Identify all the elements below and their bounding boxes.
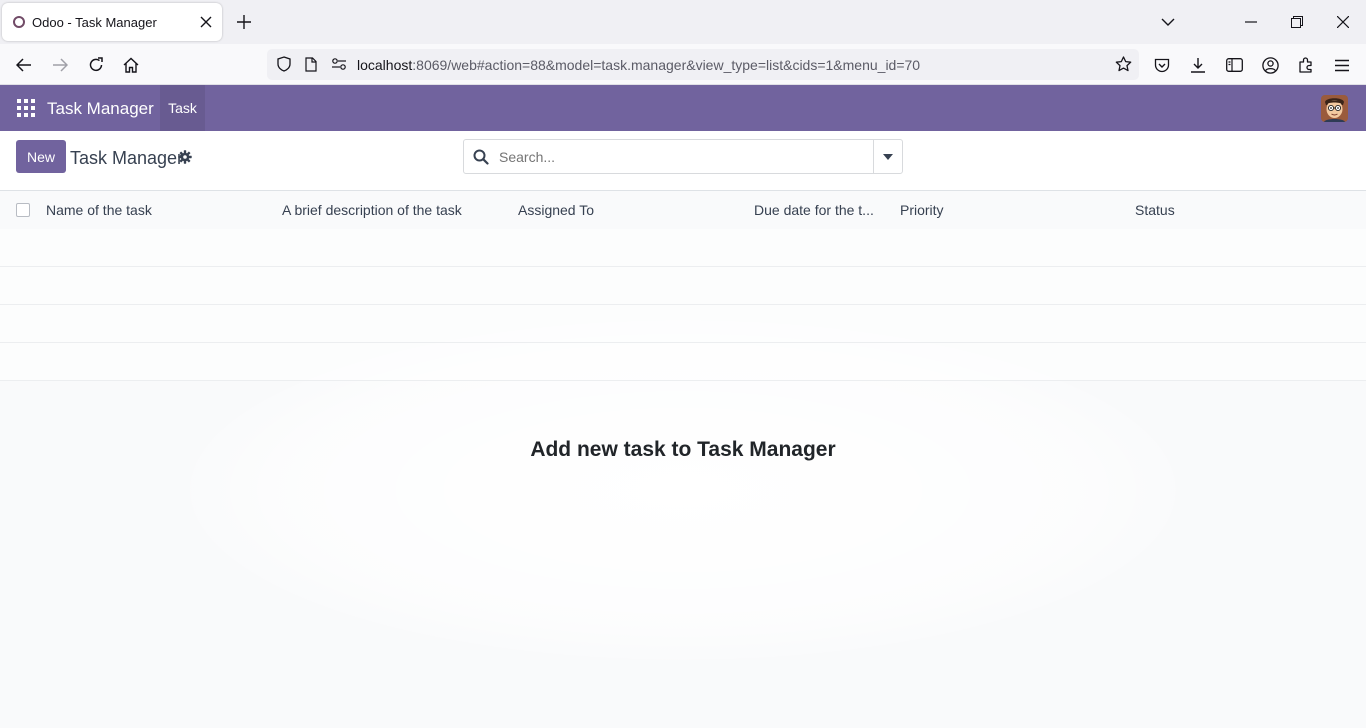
column-header-due-date[interactable]: Due date for the t... (754, 202, 874, 218)
reload-icon[interactable] (85, 54, 107, 76)
forward-icon[interactable] (49, 54, 71, 76)
table-row (0, 229, 1366, 267)
gear-icon[interactable] (178, 150, 192, 164)
app-name[interactable]: Task Manager (47, 99, 154, 119)
downloads-icon[interactable] (1187, 54, 1209, 76)
search-box (463, 139, 903, 174)
close-window-icon[interactable] (1333, 12, 1353, 32)
column-header-assigned-to[interactable]: Assigned To (518, 202, 594, 218)
user-avatar[interactable] (1321, 95, 1348, 122)
odoo-favicon-icon (13, 16, 25, 28)
sidebar-icon[interactable] (1223, 54, 1245, 76)
empty-state-helper: Add new task to Task Manager (530, 438, 836, 461)
list-all-tabs-icon[interactable] (1158, 12, 1178, 32)
empty-rows (0, 229, 1366, 381)
search-input[interactable] (499, 149, 869, 165)
home-icon[interactable] (120, 54, 142, 76)
pocket-icon[interactable] (1151, 54, 1173, 76)
new-button[interactable]: New (16, 140, 66, 173)
list-header: Name of the task A brief description of … (0, 191, 1366, 229)
url-text: localhost:8069/web#action=88&model=task.… (357, 57, 920, 73)
extensions-icon[interactable] (1295, 54, 1317, 76)
search-icon (473, 149, 489, 165)
table-row (0, 305, 1366, 343)
tracking-protection-shield-icon[interactable] (274, 54, 294, 74)
new-tab-icon[interactable] (234, 12, 254, 32)
app-menu-icon[interactable] (1331, 54, 1353, 76)
column-header-name[interactable]: Name of the task (46, 202, 152, 218)
column-header-description[interactable]: A brief description of the task (282, 202, 462, 218)
caret-down-icon (883, 153, 893, 160)
column-header-status[interactable]: Status (1135, 202, 1175, 218)
tab-title: Odoo - Task Manager (32, 14, 157, 30)
column-header-priority[interactable]: Priority (900, 202, 944, 218)
minimize-icon[interactable] (1241, 12, 1261, 32)
permissions-icon[interactable] (329, 54, 349, 74)
table-row (0, 267, 1366, 305)
restore-icon[interactable] (1287, 12, 1307, 32)
back-icon[interactable] (13, 54, 35, 76)
browser-navbar: localhost:8069/web#action=88&model=task.… (0, 44, 1366, 85)
address-bar[interactable]: localhost:8069/web#action=88&model=task.… (267, 49, 1139, 80)
url-host: localhost (357, 57, 413, 73)
apps-menu-icon[interactable] (17, 99, 35, 117)
control-panel: New Task Manager (0, 131, 1366, 191)
breadcrumb-title: Task Manager (70, 148, 184, 168)
browser-tabstrip: Odoo - Task Manager (0, 0, 1366, 44)
table-row (0, 343, 1366, 381)
account-icon[interactable] (1259, 54, 1281, 76)
search-options-toggle[interactable] (873, 140, 902, 173)
url-path: :8069/web#action=88&model=task.manager&v… (412, 57, 921, 73)
browser-tab[interactable]: Odoo - Task Manager (2, 3, 222, 41)
bookmark-star-icon[interactable] (1113, 54, 1133, 74)
close-tab-icon[interactable] (196, 12, 216, 32)
select-all-checkbox[interactable] (16, 203, 30, 217)
menu-item-task[interactable]: Task (160, 85, 205, 131)
odoo-main-navbar: Task Manager Task (0, 85, 1366, 131)
page-info-icon[interactable] (301, 54, 321, 74)
